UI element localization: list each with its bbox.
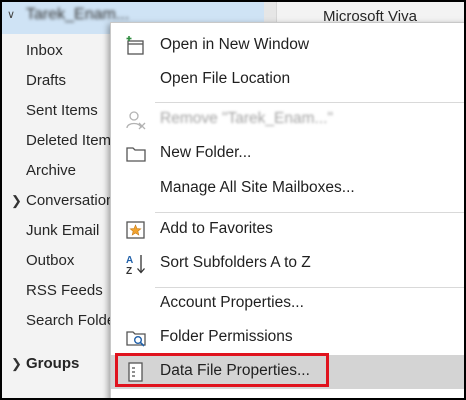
menu-folder-permissions[interactable]: Folder Permissions — [111, 323, 464, 353]
folder-search-folders[interactable]: Search Folde — [26, 312, 115, 329]
groups-header[interactable]: Groups — [26, 355, 79, 372]
folder-inbox[interactable]: Inbox — [26, 42, 63, 59]
menu-account-properties[interactable]: Account Properties... — [111, 289, 464, 319]
menu-add-to-favorites-label: Add to Favorites — [160, 220, 273, 237]
folder-conversation[interactable]: Conversation — [26, 192, 114, 209]
folder-sent-items[interactable]: Sent Items — [26, 102, 98, 119]
menu-separator — [155, 212, 464, 213]
folder-outbox[interactable]: Outbox — [26, 252, 74, 269]
menu-remove-account: Remove "Tarek_Enam..." — [111, 105, 464, 135]
folder-rss-feeds[interactable]: RSS Feeds — [26, 282, 103, 299]
menu-sort-subfolders[interactable]: A Z Sort Subfolders A to Z — [111, 249, 464, 279]
folder-icon — [126, 147, 146, 162]
context-menu: Open in New Window Open File Location Re… — [110, 22, 464, 398]
menu-open-new-window-label: Open in New Window — [160, 36, 310, 53]
folder-junk-email[interactable]: Junk Email — [26, 222, 99, 239]
menu-add-to-favorites[interactable]: Add to Favorites — [111, 215, 464, 245]
menu-remove-account-label: Remove "Tarek_Enam..." — [160, 110, 333, 127]
chevron-down-icon[interactable]: ∨ — [7, 8, 17, 21]
menu-open-new-window[interactable]: Open in New Window — [111, 31, 464, 61]
menu-separator — [155, 287, 464, 288]
chevron-right-icon[interactable]: ❯ — [11, 193, 22, 209]
menu-sort-subfolders-label: Sort Subfolders A to Z — [160, 254, 311, 271]
menu-manage-site-mailboxes-label: Manage All Site Mailboxes... — [160, 179, 355, 196]
highlight-annotation-box — [115, 353, 329, 387]
menu-folder-permissions-label: Folder Permissions — [160, 328, 293, 345]
folder-archive[interactable]: Archive — [26, 162, 76, 179]
star-icon — [126, 221, 145, 239]
menu-account-properties-label: Account Properties... — [160, 294, 304, 311]
menu-open-file-location-label: Open File Location — [160, 70, 291, 87]
folder-permissions-icon — [126, 331, 146, 347]
menu-new-folder-label: New Folder... — [160, 144, 252, 161]
svg-text:Z: Z — [126, 266, 132, 275]
open-new-window-icon — [126, 36, 144, 55]
svg-text:A: A — [126, 255, 133, 266]
screenshot-frame: ∨ Tarek_Enam... Inbox Drafts Sent Items … — [0, 0, 466, 400]
remove-person-icon — [126, 111, 146, 130]
menu-new-folder[interactable]: New Folder... — [111, 139, 464, 169]
folder-deleted-items[interactable]: Deleted Items — [26, 132, 119, 149]
menu-manage-site-mailboxes[interactable]: Manage All Site Mailboxes... — [111, 174, 464, 204]
menu-separator — [155, 102, 464, 103]
menu-open-file-location[interactable]: Open File Location — [111, 65, 464, 95]
chevron-right-icon[interactable]: ❯ — [11, 356, 22, 372]
sort-az-icon: A Z — [126, 255, 145, 275]
folder-drafts[interactable]: Drafts — [26, 72, 66, 89]
